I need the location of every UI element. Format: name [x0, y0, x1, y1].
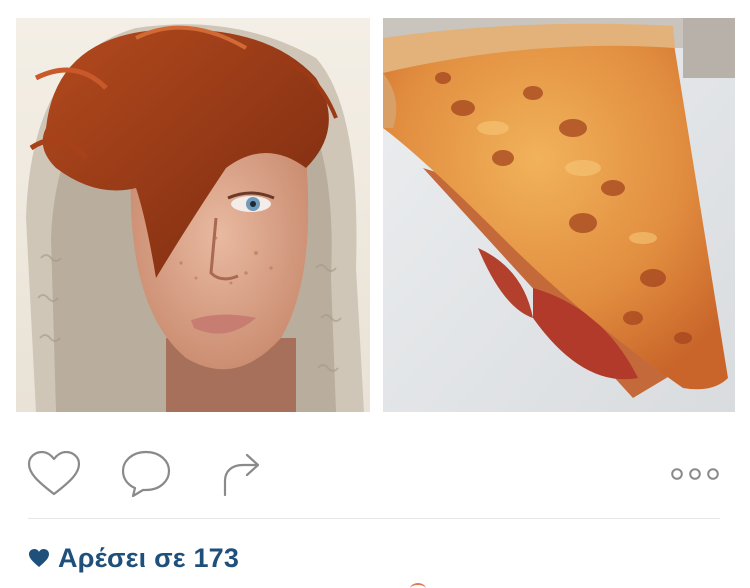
post-action-bar	[0, 446, 750, 502]
likes-count-text[interactable]: Αρέσει σε 173	[58, 543, 239, 574]
heart-outline-icon	[27, 451, 81, 496]
heart-filled-icon	[28, 548, 50, 568]
portrait-photo[interactable]	[16, 18, 370, 412]
speech-bubble-icon	[121, 450, 171, 498]
share-button[interactable]	[210, 446, 270, 502]
next-element-peek	[410, 583, 426, 588]
likes-summary[interactable]: Αρέσει σε 173	[28, 538, 239, 578]
instagram-post: Αρέσει σε 173	[0, 0, 750, 588]
ellipsis-icon	[671, 468, 719, 480]
portrait-image	[16, 18, 370, 412]
divider	[28, 518, 720, 519]
like-button[interactable]	[24, 446, 84, 502]
comment-button[interactable]	[116, 446, 176, 502]
pizza-photo[interactable]	[383, 18, 735, 412]
more-options-button[interactable]	[664, 446, 726, 502]
share-arrow-icon	[223, 453, 260, 497]
pizza-image	[383, 18, 735, 412]
